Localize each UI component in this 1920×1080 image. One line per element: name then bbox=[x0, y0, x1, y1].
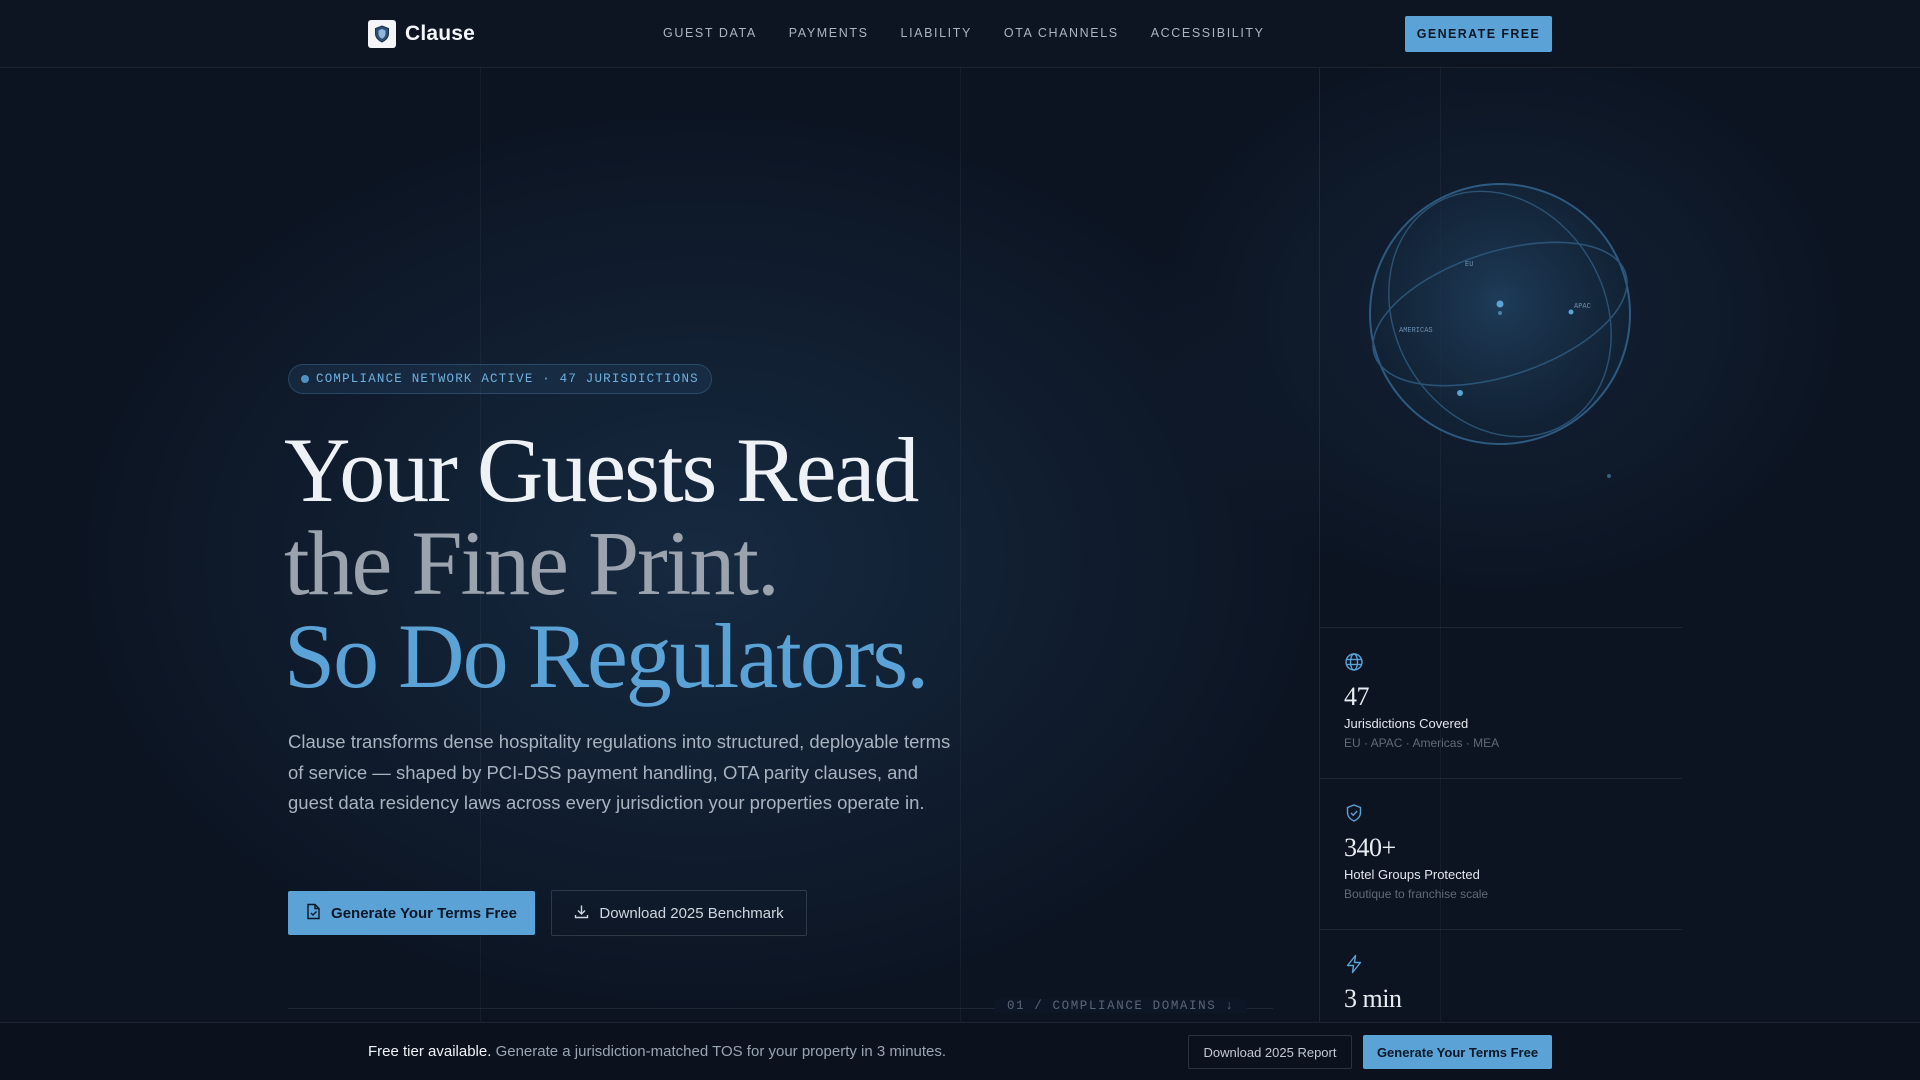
stat-jurisdictions: 47 Jurisdictions Covered EU · APAC · Ame… bbox=[1320, 627, 1682, 778]
shield-check-icon bbox=[1344, 803, 1364, 823]
section-label: 01 / COMPLIANCE DOMAINS ↓ bbox=[995, 999, 1247, 1013]
headline-line-3: So Do Regulators. bbox=[284, 605, 929, 707]
stat-value: 340+ bbox=[1344, 833, 1396, 862]
stat-hotel-groups: 340+ Hotel Groups Protected Boutique to … bbox=[1320, 778, 1682, 929]
hero-headline: Your Guests Read the Fine Print. So Do R… bbox=[284, 419, 929, 707]
lightning-icon bbox=[1344, 954, 1364, 974]
nav-link-guest-data[interactable]: GUEST DATA bbox=[663, 26, 757, 40]
headline-line-2: the Fine Print. bbox=[284, 512, 780, 614]
stat-label: Hotel Groups Protected bbox=[1344, 867, 1480, 882]
globe-node bbox=[1498, 311, 1502, 315]
generate-free-button[interactable]: GENERATE FREE bbox=[1405, 16, 1552, 52]
status-badge: COMPLIANCE NETWORK ACTIVE · 47 JURISDICT… bbox=[288, 364, 712, 394]
document-icon bbox=[306, 903, 321, 924]
nav-links: GUEST DATA PAYMENTS LIABILITY OTA CHANNE… bbox=[663, 26, 1265, 40]
globe-node bbox=[1568, 309, 1574, 315]
headline-line-1: Your Guests Read bbox=[284, 419, 919, 521]
globe-label-americas: AMERICAS bbox=[1399, 327, 1433, 335]
download-report-button[interactable]: Download 2025 Report bbox=[1188, 1035, 1352, 1069]
status-badge-text: COMPLIANCE NETWORK ACTIVE · 47 JURISDICT… bbox=[316, 372, 699, 386]
status-dot-icon bbox=[301, 375, 309, 383]
cta-bar-strong: Free tier available. bbox=[368, 1043, 492, 1060]
stat-sub: EU · APAC · Americas · MEA bbox=[1344, 736, 1500, 750]
hero-description: Clause transforms dense hospitality regu… bbox=[288, 731, 951, 813]
stat-value: 3 min bbox=[1344, 984, 1402, 1013]
nav-link-ota-channels[interactable]: OTA CHANNELS bbox=[1004, 26, 1119, 40]
globe-node bbox=[1457, 390, 1463, 396]
brand-name: Clause bbox=[405, 22, 476, 45]
stat-sub: Boutique to franchise scale bbox=[1344, 887, 1489, 901]
stat-label: Jurisdictions Covered bbox=[1344, 716, 1469, 731]
download-benchmark-label: Download 2025 Benchmark bbox=[599, 904, 784, 922]
nav-link-accessibility[interactable]: ACCESSIBILITY bbox=[1151, 26, 1265, 40]
globe-label-eu: EU bbox=[1465, 261, 1473, 269]
jurisdiction-globe: EU APAC AMERICAS bbox=[1352, 160, 1652, 500]
stats-panel: 47 Jurisdictions Covered EU · APAC · Ame… bbox=[1320, 627, 1682, 1080]
generate-terms-bar-button[interactable]: Generate Your Terms Free bbox=[1363, 1035, 1552, 1069]
cta-bar-text: Generate a jurisdiction-matched TOS for … bbox=[491, 1043, 947, 1060]
globe-node bbox=[1607, 474, 1611, 478]
download-icon bbox=[574, 904, 589, 923]
nav-link-liability[interactable]: LIABILITY bbox=[901, 26, 972, 40]
globe-label-apac: APAC bbox=[1574, 303, 1591, 311]
generate-terms-label: Generate Your Terms Free bbox=[331, 904, 517, 922]
shield-icon bbox=[368, 20, 396, 48]
cta-bar-message: Free tier available. Generate a jurisdic… bbox=[368, 1043, 946, 1060]
nav-link-payments[interactable]: PAYMENTS bbox=[789, 26, 869, 40]
download-benchmark-button[interactable]: Download 2025 Benchmark bbox=[551, 890, 807, 936]
stat-value: 47 bbox=[1344, 682, 1370, 711]
brand-logo[interactable]: Clause bbox=[368, 20, 475, 48]
generate-terms-button[interactable]: Generate Your Terms Free bbox=[288, 891, 535, 935]
top-navigation: Clause GUEST DATA PAYMENTS LIABILITY OTA… bbox=[0, 0, 1920, 68]
globe-icon bbox=[1344, 652, 1364, 672]
globe-node bbox=[1496, 300, 1504, 308]
sticky-cta-bar: Free tier available. Generate a jurisdic… bbox=[0, 1022, 1920, 1080]
grid-line bbox=[960, 68, 961, 1022]
